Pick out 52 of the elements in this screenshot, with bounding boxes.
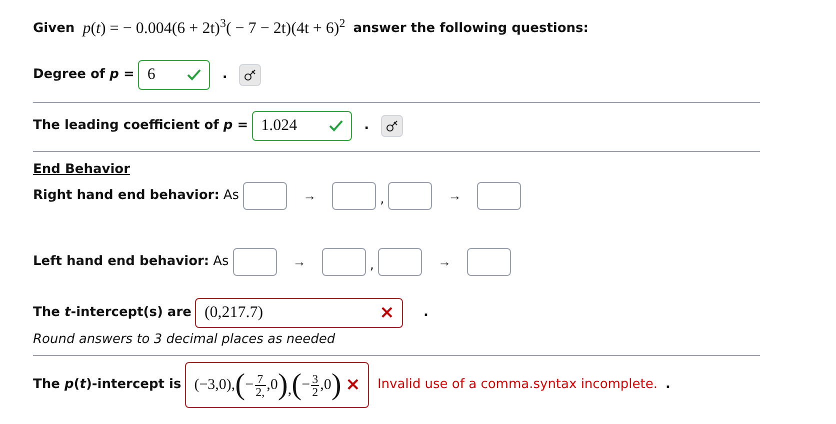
arrow-symbol: →: [438, 252, 451, 271]
error-message: Invalid use of a comma.syntax incomplete.: [377, 376, 658, 394]
question-label: The t-intercept(s) are: [33, 304, 192, 322]
end-behavior-label: Left hand end behavior:: [33, 252, 210, 271]
period: .: [666, 376, 670, 394]
open-paren: (: [292, 370, 302, 400]
rounding-note: Round answers to 3 decimal places as needed: [33, 330, 336, 348]
answer-box[interactable]: [378, 248, 422, 276]
question-label: The leading coefficient of p =: [33, 117, 248, 136]
section-heading: End Behavior: [33, 161, 131, 179]
math-text: (−3,0),: [194, 376, 236, 394]
fraction: 7 2,: [254, 372, 266, 398]
answer-box[interactable]: [232, 248, 277, 276]
question-label: Degree of p =: [33, 66, 134, 84]
period: .: [222, 66, 228, 84]
answer-field[interactable]: (0,217.7) ×: [195, 298, 404, 328]
comma: ,: [380, 191, 384, 209]
period: .: [364, 117, 370, 136]
comma: ,: [370, 257, 374, 275]
answer-box[interactable]: [466, 248, 511, 276]
close-paren: ),: [278, 370, 292, 400]
key-button[interactable]: [239, 64, 262, 86]
end-behavior-label: Right hand end behavior:: [33, 186, 220, 205]
key-icon: [386, 120, 398, 132]
math-text: −: [245, 376, 254, 394]
answer-box[interactable]: [332, 182, 376, 210]
question-label: The p(t)-intercept is: [33, 376, 182, 394]
open-paren: (: [235, 370, 246, 400]
answer-box[interactable]: [322, 248, 366, 276]
math-text: −: [302, 376, 310, 394]
question-text: answer the following questions:: [353, 20, 588, 38]
as-label: As: [213, 252, 229, 271]
question-text: Given: [33, 20, 75, 38]
math-text: ,0: [266, 376, 278, 394]
answer-box[interactable]: [477, 182, 522, 210]
wrong-mark: ×: [379, 304, 394, 322]
answer-box[interactable]: [243, 182, 288, 210]
period: .: [423, 304, 428, 322]
arrow-symbol: →: [303, 186, 316, 205]
polynomial-expression: p(t) = − 0.004(6 + 2t)$^{3}$( − 7 − 2t)(4t + 6)$^{2}$: [82, 17, 346, 39]
close-paren: ): [331, 370, 342, 400]
fraction: 3 2: [311, 372, 320, 398]
answer-box[interactable]: [388, 182, 432, 210]
key-icon: [244, 69, 256, 81]
arrow-symbol: →: [448, 186, 462, 205]
wrong-mark: ×: [345, 376, 360, 394]
answer-field[interactable]: 1.024: [252, 111, 352, 141]
answer-field[interactable]: 6: [138, 60, 210, 90]
as-label: As: [223, 186, 240, 205]
math-text: ,0: [320, 376, 332, 394]
arrow-symbol: →: [292, 252, 306, 271]
key-button[interactable]: [381, 115, 404, 137]
